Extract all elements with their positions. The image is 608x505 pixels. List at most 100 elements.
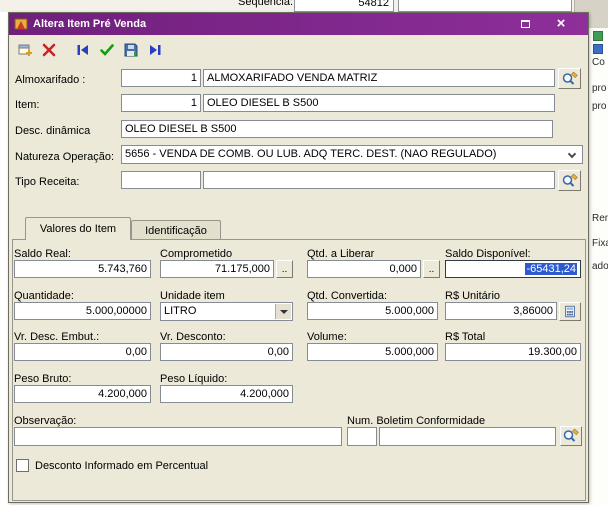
partial-text: pro bbox=[592, 83, 606, 94]
almoxarifado-name-field[interactable]: ALMOXARIFADO VENDA MATRIZ bbox=[203, 69, 555, 87]
tab-valores-do-item[interactable]: Valores do Item bbox=[25, 217, 131, 240]
vr-desc-embut-label: Vr. Desc. Embut.: bbox=[14, 331, 99, 343]
unidade-item-combo[interactable]: LITRO bbox=[160, 302, 293, 321]
delete-button[interactable] bbox=[39, 40, 59, 60]
save-icon bbox=[123, 42, 139, 58]
close-button[interactable]: × bbox=[551, 16, 571, 32]
tipo-receita-label: Tipo Receita: bbox=[15, 176, 79, 188]
dialog-title: Altera Item Pré Venda bbox=[33, 18, 146, 30]
peso-bruto-field[interactable]: 4.200,000 bbox=[14, 385, 151, 403]
qtd-a-liberar-more-button[interactable]: .. bbox=[423, 260, 440, 278]
save-button[interactable] bbox=[121, 40, 141, 60]
background-field[interactable] bbox=[398, 0, 572, 12]
magnifier-edit-icon bbox=[561, 173, 579, 189]
qtd-convertida-label: Qtd. Convertida: bbox=[307, 290, 387, 302]
peso-liquido-field[interactable]: 4.200,000 bbox=[160, 385, 293, 403]
screen: Sequência: 54812 Co pro pro Rent Fixa ad… bbox=[0, 0, 608, 505]
sequencia-field[interactable]: 54812 bbox=[294, 0, 394, 12]
dialog-titlebar[interactable]: Altera Item Pré Venda × bbox=[9, 13, 588, 35]
partial-text: Fixa bbox=[592, 238, 608, 249]
qtd-a-liberar-field[interactable]: 0,000 bbox=[307, 260, 421, 278]
rs-unitario-calc-button[interactable] bbox=[559, 302, 581, 321]
saldo-real-label: Saldo Real: bbox=[14, 248, 71, 260]
item-name-field[interactable]: OLEO DIESEL B S500 bbox=[203, 94, 555, 112]
close-icon: × bbox=[557, 17, 566, 31]
almoxarifado-lookup-button[interactable] bbox=[558, 68, 581, 89]
num-boletim-field[interactable] bbox=[379, 427, 556, 446]
rs-total-label: R$ Total bbox=[445, 331, 485, 343]
first-record-icon bbox=[75, 42, 91, 58]
unidade-item-value: LITRO bbox=[164, 305, 196, 317]
dialog-icon bbox=[14, 17, 28, 31]
partial-text: Co bbox=[592, 57, 605, 68]
tipo-receita-name-field[interactable] bbox=[203, 171, 555, 189]
observacao-field[interactable] bbox=[14, 427, 342, 446]
altera-item-dialog: Altera Item Pré Venda × bbox=[8, 12, 589, 503]
rs-unitario-field[interactable]: 3,86000 bbox=[445, 302, 557, 320]
num-boletim-code-field[interactable] bbox=[347, 427, 377, 446]
delete-icon bbox=[41, 42, 57, 58]
comprometido-label: Comprometido bbox=[160, 248, 232, 260]
saldo-disponivel-label: Saldo Disponível: bbox=[445, 248, 531, 260]
magnifier-edit-icon bbox=[562, 428, 580, 444]
check-icon bbox=[99, 42, 115, 58]
natureza-operacao-combo[interactable]: 5656 - VENDA DE COMB. OU LUB. ADQ TERC. … bbox=[121, 145, 583, 164]
item-label: Item: bbox=[15, 99, 39, 111]
observacao-label: Observação: bbox=[14, 415, 76, 427]
tab-identificacao[interactable]: Identificação bbox=[131, 220, 221, 240]
desconto-percentual-label: Desconto Informado em Percentual bbox=[35, 460, 208, 472]
rs-unitario-label: R$ Unitário bbox=[445, 290, 500, 302]
desc-dinamica-field[interactable]: OLEO DIESEL B S500 bbox=[121, 120, 553, 138]
tipo-receita-lookup-button[interactable] bbox=[558, 170, 581, 191]
next-record-icon bbox=[147, 42, 163, 58]
confirm-button[interactable] bbox=[97, 40, 117, 60]
almoxarifado-label: Almoxarifado : bbox=[15, 74, 85, 86]
volume-label: Volume: bbox=[307, 331, 347, 343]
saldo-disponivel-field[interactable]: -65431,24 bbox=[445, 260, 581, 278]
saldo-real-field[interactable]: 5.743,760 bbox=[14, 260, 151, 278]
natureza-operacao-label: Natureza Operação: bbox=[15, 151, 114, 163]
vr-desconto-field[interactable]: 0,00 bbox=[160, 343, 293, 361]
background-right-strip: Co pro pro Rent Fixa ado bbox=[590, 28, 608, 505]
partial-text: Rent bbox=[592, 213, 608, 224]
chevron-down-icon bbox=[280, 310, 288, 314]
tab-page-valores: Saldo Real: Comprometido Qtd. a Liberar … bbox=[12, 239, 586, 501]
tipo-receita-code-field[interactable] bbox=[121, 171, 201, 189]
item-code-field[interactable]: 1 bbox=[121, 94, 201, 112]
qtd-convertida-field[interactable]: 5.000,000 bbox=[307, 302, 438, 320]
chevron-down-icon[interactable] bbox=[568, 150, 576, 158]
new-item-icon bbox=[17, 42, 33, 58]
maximize-icon bbox=[521, 20, 530, 28]
vr-desconto-label: Vr. Desconto: bbox=[160, 331, 226, 343]
desc-dinamica-label: Desc. dinâmica bbox=[15, 125, 90, 137]
maximize-button[interactable] bbox=[515, 16, 535, 32]
vr-desc-embut-field[interactable]: 0,00 bbox=[14, 343, 151, 361]
desconto-percentual-checkbox[interactable] bbox=[16, 459, 29, 472]
comprometido-more-button[interactable]: .. bbox=[276, 260, 293, 278]
qtd-a-liberar-label: Qtd. a Liberar bbox=[307, 248, 374, 260]
quantidade-label: Quantidade: bbox=[14, 290, 74, 302]
new-item-button[interactable] bbox=[15, 40, 35, 60]
partial-icon bbox=[593, 44, 603, 54]
background-window-strip: Sequência: 54812 bbox=[0, 0, 608, 12]
first-record-button[interactable] bbox=[73, 40, 93, 60]
comprometido-field[interactable]: 71.175,000 bbox=[160, 260, 274, 278]
partial-icon bbox=[593, 31, 603, 41]
quantidade-field[interactable]: 5.000,00000 bbox=[14, 302, 151, 320]
almoxarifado-code-field[interactable]: 1 bbox=[121, 69, 201, 87]
num-boletim-lookup-button[interactable] bbox=[560, 426, 582, 446]
partial-text: ado bbox=[592, 261, 608, 272]
peso-liquido-label: Peso Líquido: bbox=[160, 373, 227, 385]
next-record-button[interactable] bbox=[145, 40, 165, 60]
volume-field[interactable]: 5.000,000 bbox=[307, 343, 438, 361]
num-boletim-label: Num. Boletim Conformidade bbox=[347, 415, 485, 427]
selected-text: -65431,24 bbox=[525, 263, 577, 275]
natureza-operacao-value: 5656 - VENDA DE COMB. OU LUB. ADQ TERC. … bbox=[125, 148, 496, 160]
peso-bruto-label: Peso Bruto: bbox=[14, 373, 71, 385]
unidade-item-label: Unidade item bbox=[160, 290, 225, 302]
sequencia-label: Sequência: bbox=[238, 0, 293, 8]
combo-dropdown-button[interactable] bbox=[275, 304, 291, 319]
rs-total-field[interactable]: 19.300,00 bbox=[445, 343, 581, 361]
calculator-icon bbox=[563, 304, 577, 319]
partial-text: pro bbox=[592, 101, 606, 112]
